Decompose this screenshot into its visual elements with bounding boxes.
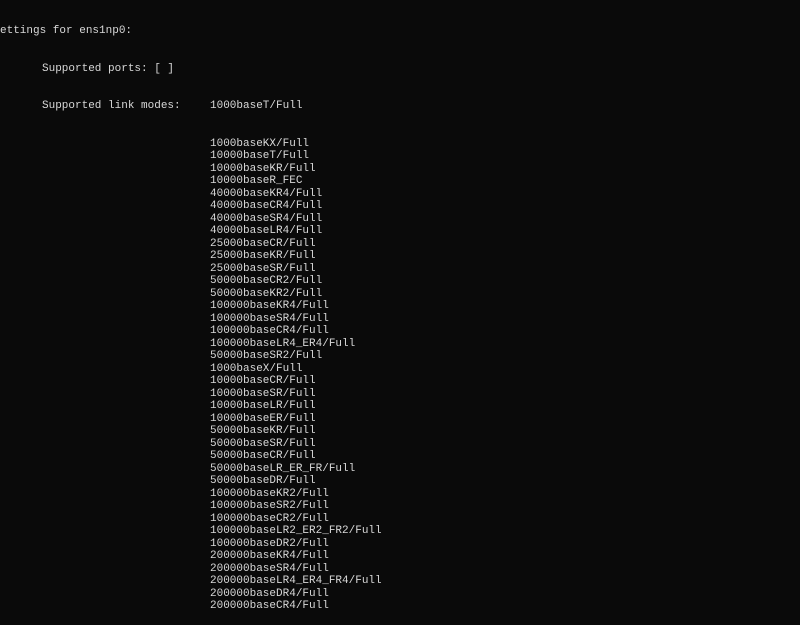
- link-mode-item: 50000baseSR/Full: [0, 438, 800, 451]
- link-mode-item: 10000baseKR/Full: [0, 163, 800, 176]
- link-mode-item: 100000baseDR2/Full: [0, 538, 800, 551]
- link-mode-item: 200000baseCR4/Full: [0, 600, 800, 613]
- link-mode-item: 1000baseX/Full: [0, 363, 800, 376]
- link-mode-item: 50000baseKR2/Full: [0, 288, 800, 301]
- link-mode-item: 100000baseKR2/Full: [0, 488, 800, 501]
- terminal-output: ettings for ens1np0: Supported ports: [ …: [0, 0, 800, 625]
- link-mode-item: 50000baseKR/Full: [0, 425, 800, 438]
- link-mode-item: 10000baseT/Full: [0, 150, 800, 163]
- settings-header: ettings for ens1np0:: [0, 25, 800, 38]
- link-mode-item: 1000baseKX/Full: [0, 138, 800, 151]
- link-mode-item: 50000baseDR/Full: [0, 475, 800, 488]
- link-mode-item: 50000baseSR2/Full: [0, 350, 800, 363]
- link-mode-item: 200000baseKR4/Full: [0, 550, 800, 563]
- link-mode-item: 200000baseSR4/Full: [0, 563, 800, 576]
- link-mode-item: 50000baseLR_ER_FR/Full: [0, 463, 800, 476]
- supported-ports: Supported ports: [ ]: [0, 63, 800, 76]
- link-modes-first-row: Supported link modes: 1000baseT/Full: [0, 100, 800, 113]
- link-mode-item: 200000baseLR4_ER4_FR4/Full: [0, 575, 800, 588]
- link-mode-item: 100000baseSR4/Full: [0, 313, 800, 326]
- link-mode-item: 40000baseKR4/Full: [0, 188, 800, 201]
- link-mode-item: 10000baseER/Full: [0, 413, 800, 426]
- link-mode-item: 1000baseT/Full: [210, 100, 302, 113]
- link-mode-item: 100000baseSR2/Full: [0, 500, 800, 513]
- link-mode-item: 10000baseR_FEC: [0, 175, 800, 188]
- link-mode-item: 100000baseCR4/Full: [0, 325, 800, 338]
- link-mode-item: 10000baseSR/Full: [0, 388, 800, 401]
- link-mode-item: 100000baseKR4/Full: [0, 300, 800, 313]
- link-mode-item: 25000baseCR/Full: [0, 238, 800, 251]
- link-mode-item: 40000baseSR4/Full: [0, 213, 800, 226]
- link-mode-item: 40000baseLR4/Full: [0, 225, 800, 238]
- link-mode-item: 10000baseLR/Full: [0, 400, 800, 413]
- link-mode-item: 50000baseCR2/Full: [0, 275, 800, 288]
- link-mode-item: 100000baseLR2_ER2_FR2/Full: [0, 525, 800, 538]
- link-mode-item: 50000baseCR/Full: [0, 450, 800, 463]
- link-mode-item: 25000baseKR/Full: [0, 250, 800, 263]
- link-mode-item: 10000baseCR/Full: [0, 375, 800, 388]
- link-mode-item: 40000baseCR4/Full: [0, 200, 800, 213]
- link-mode-item: 100000baseLR4_ER4/Full: [0, 338, 800, 351]
- link-modes-list: 1000baseKX/Full10000baseT/Full10000baseK…: [0, 138, 800, 613]
- link-mode-item: 25000baseSR/Full: [0, 263, 800, 276]
- link-mode-item: 200000baseDR4/Full: [0, 588, 800, 601]
- link-modes-label: Supported link modes:: [0, 100, 210, 113]
- link-mode-item: 100000baseCR2/Full: [0, 513, 800, 526]
